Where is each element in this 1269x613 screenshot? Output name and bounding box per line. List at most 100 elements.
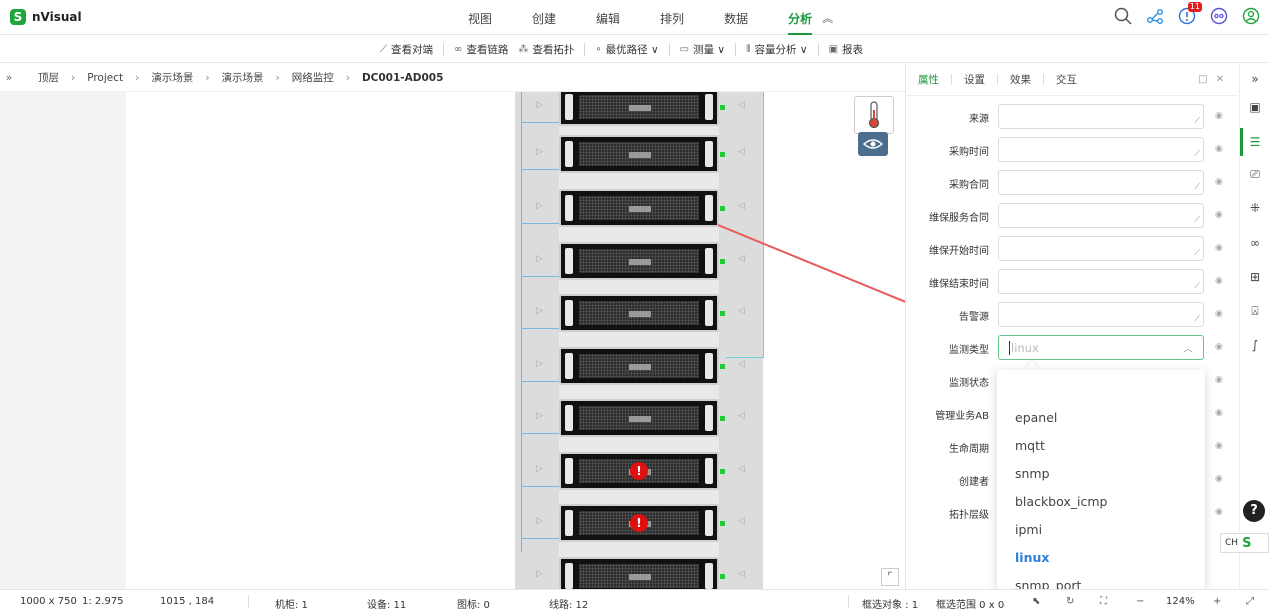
dropdown-option[interactable]: mqtt: [1015, 438, 1045, 453]
network-icon[interactable]: ⁜: [1246, 199, 1264, 217]
view-endpoint-button[interactable]: ⟋ 查看对端: [380, 42, 433, 57]
alert-icon[interactable]: !: [630, 462, 648, 480]
capacity-icon: ⦀: [746, 43, 751, 55]
menu-analysis[interactable]: 分析: [788, 0, 813, 35]
dropdown-option[interactable]: epanel: [1015, 410, 1057, 425]
property-input[interactable]: ⟋: [998, 302, 1204, 327]
visibility-icon[interactable]: ◉: [1215, 474, 1223, 484]
visibility-icon[interactable]: ◉: [1215, 210, 1223, 220]
user-icon[interactable]: [1241, 6, 1261, 26]
menu-arrange[interactable]: 排列: [660, 0, 684, 35]
property-input[interactable]: ⟋: [998, 170, 1204, 195]
thermometer-icon[interactable]: [854, 96, 894, 134]
dropdown-option[interactable]: snmp: [1015, 466, 1050, 481]
dropdown-option[interactable]: blackbox_icmp: [1015, 494, 1107, 509]
visibility-icon[interactable]: ◉: [1215, 441, 1223, 451]
stamp-icon[interactable]: ⍓: [1246, 302, 1264, 320]
app-name: nVisual: [32, 10, 82, 24]
property-input[interactable]: ⟋: [998, 236, 1204, 261]
optimal-path-button[interactable]: ∘ 最优路径 ∨: [595, 42, 658, 57]
breadcrumb-item[interactable]: 网络监控: [292, 70, 334, 85]
tab-interaction[interactable]: 交互: [1056, 72, 1077, 87]
settings-icon[interactable]: [1209, 6, 1229, 26]
nvisual-logo-icon: S: [10, 9, 26, 25]
tab-settings[interactable]: 设置: [964, 72, 985, 87]
visibility-icon[interactable]: ◉: [1215, 276, 1223, 286]
fullscreen-icon[interactable]: ⛶: [1100, 596, 1107, 607]
server-device[interactable]: [559, 399, 719, 437]
server-device[interactable]: [559, 189, 719, 227]
tab-effects[interactable]: 效果: [1010, 72, 1031, 87]
share-icon[interactable]: [1145, 6, 1165, 26]
server-device[interactable]: [559, 135, 719, 173]
menu-view[interactable]: 视图: [468, 0, 492, 35]
rail-slot-marker: ▷: [536, 569, 543, 579]
collapse-menu-icon[interactable]: ︽: [822, 0, 833, 35]
menu-data[interactable]: 数据: [724, 0, 748, 35]
visibility-icon[interactable]: ◉: [1215, 177, 1223, 187]
cable-icon[interactable]: ∫: [1246, 336, 1264, 354]
alert-icon[interactable]: !: [630, 514, 648, 532]
expand-left-panel-icon[interactable]: »: [0, 71, 18, 84]
menu-edit[interactable]: 编辑: [596, 0, 620, 35]
breadcrumb-item[interactable]: 演示场景: [151, 70, 193, 85]
view-topology-button[interactable]: ⁂ 查看拓扑: [518, 42, 574, 57]
select-tool-icon[interactable]: ⬉: [1032, 596, 1040, 607]
ime-indicator[interactable]: CH S: [1220, 533, 1269, 553]
server-device[interactable]: [559, 294, 719, 332]
collapse-panel-icon[interactable]: »: [1246, 70, 1264, 88]
monitor-icon[interactable]: ⎚: [1246, 165, 1264, 183]
dropdown-option[interactable]: snmp_port: [1015, 578, 1081, 589]
breadcrumb-item[interactable]: Project: [87, 72, 123, 84]
property-input[interactable]: ⟋: [998, 104, 1204, 129]
dropdown-option[interactable]: linux: [1015, 550, 1049, 565]
visibility-icon[interactable]: ◉: [1215, 507, 1223, 517]
app-logo[interactable]: S nVisual: [10, 9, 82, 25]
property-input[interactable]: ⟋: [998, 137, 1204, 162]
cable: [521, 486, 559, 487]
notification-icon[interactable]: 11: [1177, 2, 1202, 26]
visibility-icon[interactable]: ◉: [1215, 408, 1223, 418]
status-divider: [848, 595, 849, 608]
rack-canvas[interactable]: ▷ ◁ ▷ ◁ ▷ ◁ ▷ ◁ ▷ ◁ ▷ ◁ ▷ ◁ ▷ ◁! ▷ ◁! ▷ ◁ ⌜: [126, 92, 903, 589]
fit-view-icon[interactable]: ⌜: [881, 568, 899, 586]
breadcrumb-item[interactable]: 演示场景: [222, 70, 264, 85]
server-device[interactable]: [559, 242, 719, 280]
monitor-type-select[interactable]: linux ︿: [998, 335, 1204, 360]
visibility-icon[interactable]: ◉: [1215, 375, 1223, 385]
dropdown-option[interactable]: ipmi: [1015, 522, 1042, 537]
ime-logo-icon: S: [1242, 535, 1252, 551]
expand-icon[interactable]: ⤢: [1246, 596, 1254, 607]
menu-create[interactable]: 创建: [532, 0, 556, 35]
visibility-icon[interactable]: ◉: [1215, 111, 1223, 121]
measure-button[interactable]: ▭ 测量 ∨: [680, 42, 725, 57]
property-input[interactable]: ⟋: [998, 203, 1204, 228]
port-icon[interactable]: ⊞: [1246, 268, 1264, 286]
zoom-in-icon[interactable]: +: [1213, 596, 1221, 607]
visibility-toggle-icon[interactable]: [858, 132, 888, 156]
visibility-icon[interactable]: ◉: [1215, 309, 1223, 319]
property-input[interactable]: ⟋: [998, 269, 1204, 294]
rail-slot-marker: ◁: [738, 254, 745, 264]
capacity-analysis-button[interactable]: ⦀ 容量分析 ∨: [746, 42, 807, 57]
tab-properties[interactable]: 属性: [918, 72, 939, 87]
server-device[interactable]: [559, 347, 719, 385]
cable: [521, 122, 559, 123]
visibility-icon[interactable]: ◉: [1215, 342, 1223, 352]
server-device[interactable]: [559, 92, 719, 126]
breadcrumb-item[interactable]: 顶层: [38, 70, 59, 85]
maximize-icon[interactable]: □: [1198, 74, 1207, 85]
help-icon[interactable]: ?: [1243, 500, 1265, 522]
path-icon[interactable]: ∞: [1246, 234, 1264, 252]
zoom-out-icon[interactable]: −: [1136, 596, 1144, 607]
rotate-icon[interactable]: ↻: [1066, 596, 1074, 607]
search-icon[interactable]: [1113, 6, 1133, 26]
report-button[interactable]: ▣ 报表: [829, 42, 863, 57]
visibility-icon[interactable]: ◉: [1215, 243, 1223, 253]
server-device[interactable]: [559, 557, 719, 589]
layers-icon[interactable]: ▣: [1246, 98, 1264, 116]
properties-icon[interactable]: ☰: [1246, 133, 1264, 151]
close-icon[interactable]: ✕: [1216, 74, 1224, 85]
visibility-icon[interactable]: ◉: [1215, 144, 1223, 154]
view-link-button[interactable]: ∞ 查看链路: [454, 42, 508, 57]
